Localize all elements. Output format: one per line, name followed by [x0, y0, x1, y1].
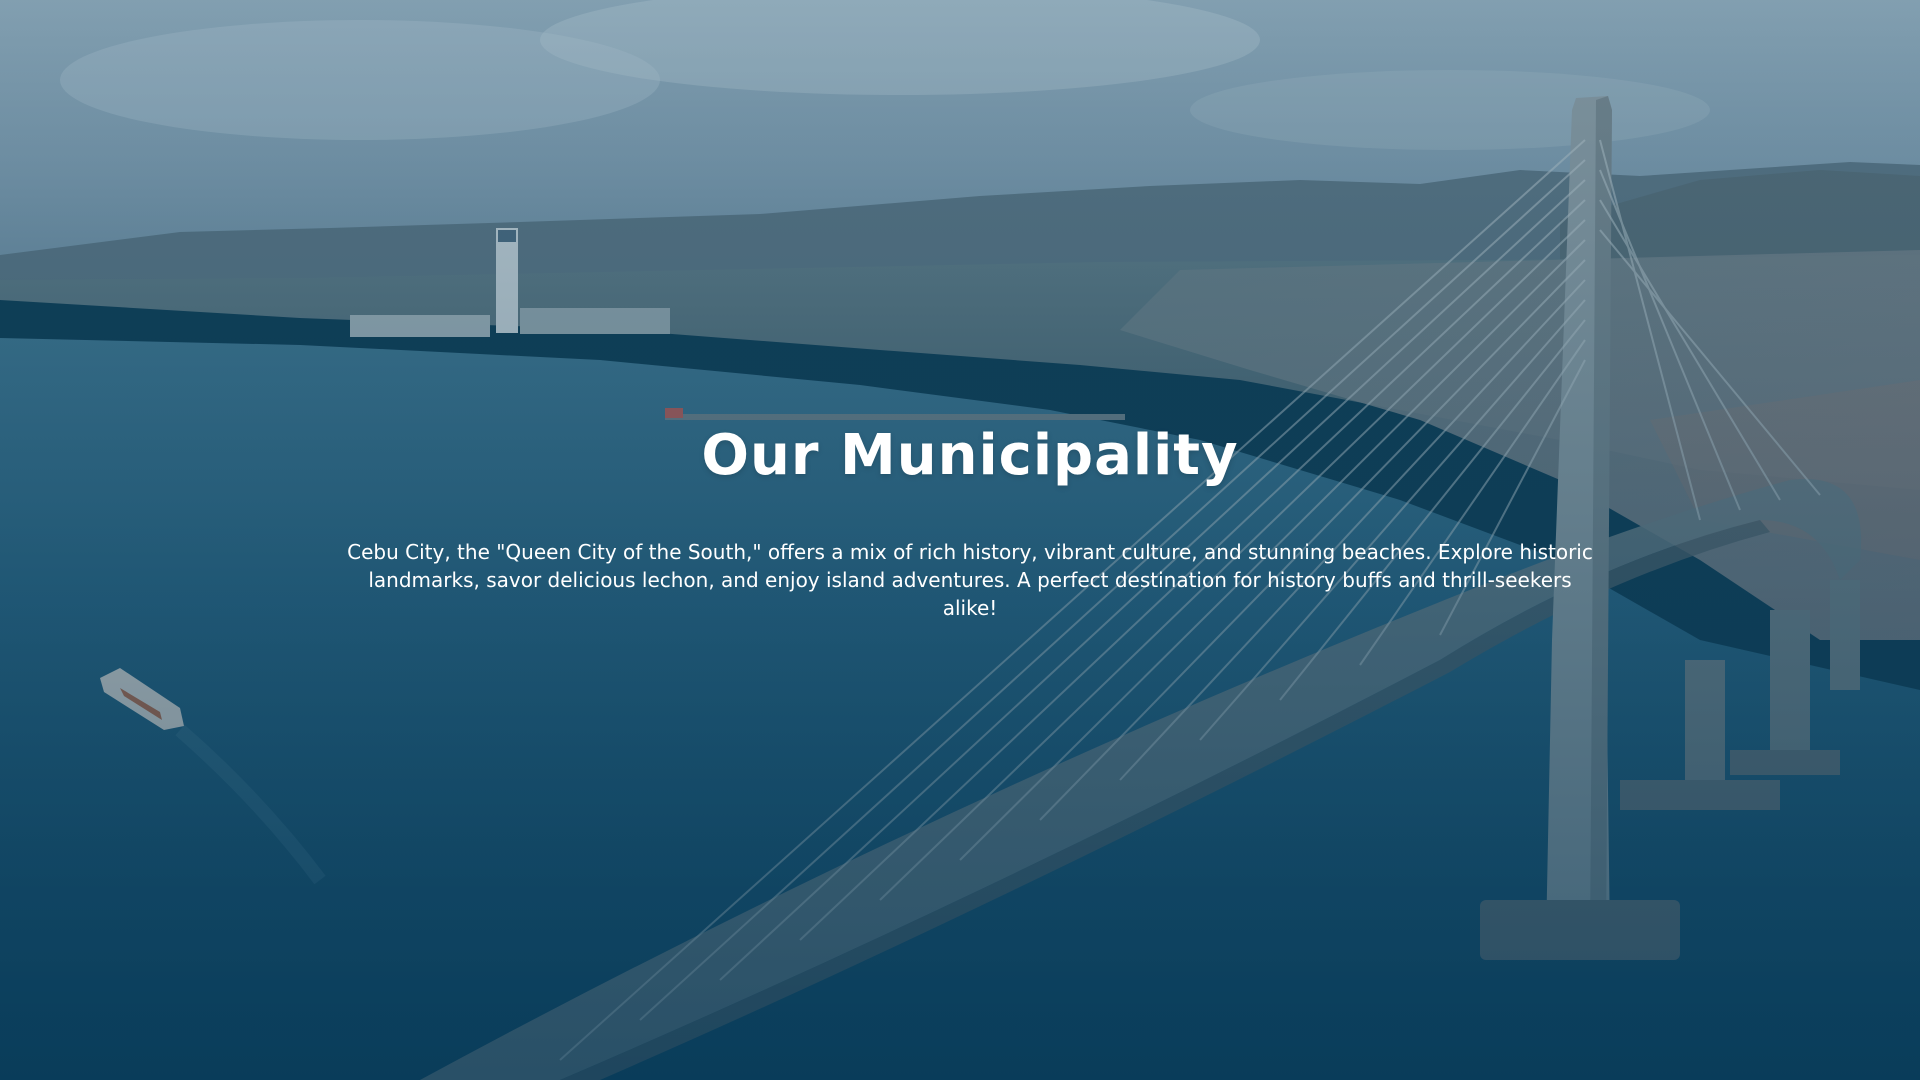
- hero-section: Our Municipality Cebu City, the "Queen C…: [0, 0, 1920, 1080]
- municipality-description: Cebu City, the "Queen City of the South,…: [347, 540, 1593, 620]
- hero-content: Our Municipality Cebu City, the "Queen C…: [0, 0, 1920, 1080]
- page-title: Our Municipality: [701, 423, 1239, 488]
